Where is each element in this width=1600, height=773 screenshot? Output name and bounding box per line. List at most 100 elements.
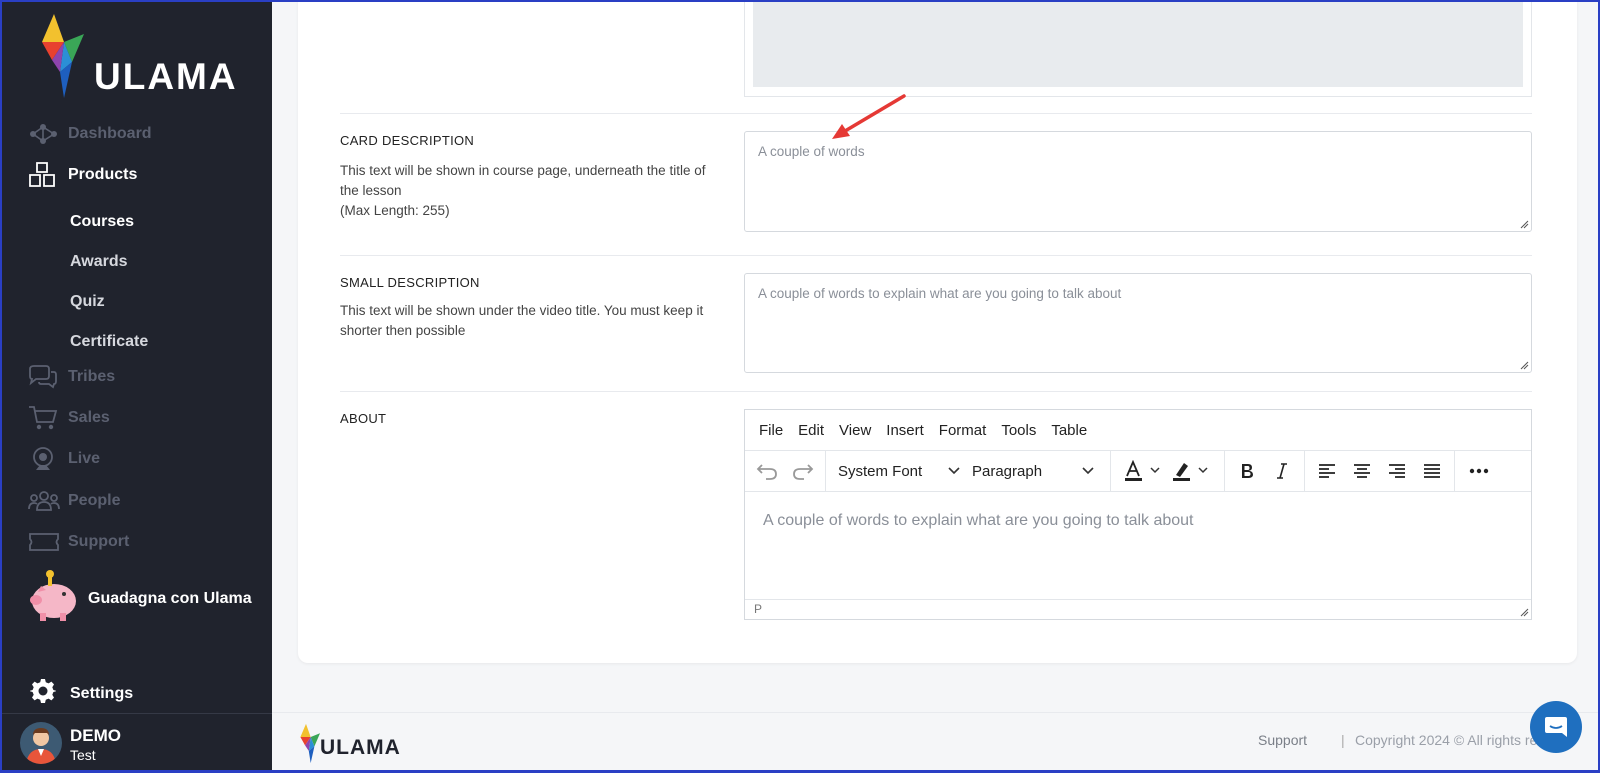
color-group — [1111, 450, 1225, 492]
about-rich-text-editor: File Edit View Insert Format Tools Table… — [744, 409, 1532, 620]
piggy-bank-icon[interactable] — [26, 568, 82, 624]
brand-name: ULAMA — [94, 56, 238, 97]
undo-icon[interactable] — [749, 456, 785, 486]
menu-insert[interactable]: Insert — [886, 422, 924, 439]
align-left-icon[interactable] — [1309, 456, 1344, 486]
more-options-icon[interactable] — [1461, 456, 1497, 486]
sidebar-subitem-courses[interactable]: Courses — [70, 213, 134, 231]
editor-toolbar: System Font Paragraph — [745, 450, 1531, 492]
course-form-card: CARD DESCRIPTION This text will be shown… — [298, 0, 1577, 663]
sidebar: ULAMA Dashboard Products Courses Awards … — [2, 2, 272, 770]
footer-separator: | — [1341, 732, 1345, 748]
footer-brand-name: ULAMA — [320, 736, 401, 759]
sidebar-item-dashboard[interactable]: Dashboard — [28, 120, 152, 148]
settings-label: Settings — [70, 684, 134, 702]
sidebar-item-people[interactable]: People — [28, 487, 120, 515]
footer-copyright: Copyright 2024 © All rights res — [1355, 732, 1545, 748]
divider — [340, 255, 1532, 256]
sidebar-item-products[interactable]: Products — [28, 161, 137, 189]
user-name: DEMO — [70, 726, 121, 745]
card-description-help-text: This text will be shown in course page, … — [340, 163, 706, 198]
sidebar-subitem-certificate[interactable]: Certificate — [70, 333, 148, 351]
divider — [340, 113, 1532, 114]
sidebar-item-label: Dashboard — [68, 125, 152, 142]
small-description-label: SMALL DESCRIPTION — [340, 275, 480, 290]
font-family-value: System Font — [838, 462, 923, 480]
format-group — [1225, 450, 1305, 492]
highlight-color-icon[interactable] — [1167, 456, 1215, 486]
chat-launcher-button[interactable] — [1530, 701, 1582, 753]
sidebar-item-label: Tribes — [68, 368, 116, 385]
resize-handle-icon[interactable] — [1519, 219, 1529, 229]
menu-format[interactable]: Format — [939, 422, 987, 439]
sidebar-item-sales[interactable]: Sales — [28, 404, 110, 432]
sidebar-item-label: Products — [68, 166, 138, 183]
card-description-help: This text will be shown in course page, … — [340, 161, 720, 221]
chat-icon — [1545, 717, 1567, 737]
block-format-value: Paragraph — [972, 462, 1043, 480]
menu-view[interactable]: View — [839, 422, 871, 439]
more-group — [1455, 451, 1503, 492]
menu-tools[interactable]: Tools — [1001, 422, 1036, 439]
chat-bubbles-icon — [28, 364, 60, 390]
footer-support-link[interactable]: Support — [1258, 732, 1307, 748]
chevron-down-icon — [1082, 467, 1094, 475]
brand-logo[interactable]: ULAMA — [34, 12, 244, 102]
about-placeholder: A couple of words to explain what are yo… — [763, 512, 1194, 529]
editor-statusbar: P — [745, 599, 1531, 619]
align-justify-icon[interactable] — [1415, 456, 1450, 486]
boxes-icon — [28, 162, 60, 188]
chevron-down-icon — [948, 467, 960, 475]
card-description-max-length: (Max Length: 255) — [340, 203, 450, 218]
sidebar-item-live[interactable]: Live — [28, 445, 100, 473]
editor-menubar: File Edit View Insert Format Tools Table — [745, 410, 1531, 451]
avatar[interactable] — [20, 722, 62, 764]
footer: ULAMA Support | Copyright 2024 © All rig… — [272, 712, 1598, 770]
earn-with-ulama-link[interactable]: Guadagna con Ulama — [88, 590, 252, 608]
bold-icon[interactable] — [1229, 456, 1265, 486]
sidebar-item-settings[interactable]: Settings — [30, 678, 133, 709]
element-path[interactable]: P — [754, 602, 762, 616]
small-description-placeholder: A couple of words to explain what are yo… — [758, 286, 1122, 301]
menu-table[interactable]: Table — [1051, 422, 1087, 439]
sidebar-subitem-quiz[interactable]: Quiz — [70, 293, 105, 311]
block-format-select[interactable]: Paragraph — [966, 456, 1100, 486]
menu-edit[interactable]: Edit — [798, 422, 824, 439]
font-family-select[interactable]: System Font — [832, 456, 966, 486]
user-role: Test — [70, 747, 96, 763]
resize-handle-icon[interactable] — [1519, 360, 1529, 370]
resize-handle-icon[interactable] — [1519, 607, 1529, 617]
italic-icon[interactable] — [1265, 456, 1301, 486]
people-icon — [28, 488, 60, 514]
webcam-icon — [28, 446, 60, 472]
sidebar-item-tribes[interactable]: Tribes — [28, 363, 115, 391]
sidebar-item-label: People — [68, 492, 121, 509]
gear-icon — [30, 678, 60, 709]
redo-icon[interactable] — [785, 456, 821, 486]
card-description-field[interactable]: A couple of words — [744, 131, 1532, 232]
font-group: System Font Paragraph — [826, 450, 1111, 492]
image-preview[interactable] — [753, 0, 1523, 87]
align-center-icon[interactable] — [1344, 456, 1379, 486]
network-icon — [28, 121, 60, 147]
align-right-icon[interactable] — [1380, 456, 1415, 486]
image-preview-frame — [744, 0, 1532, 97]
about-editor-content[interactable]: A couple of words to explain what are yo… — [745, 492, 1531, 600]
card-description-placeholder: A couple of words — [758, 144, 865, 159]
sidebar-item-support[interactable]: Support — [28, 528, 129, 556]
user-profile[interactable]: DEMO Test — [2, 713, 272, 770]
ticket-icon — [28, 529, 60, 555]
small-description-field[interactable]: A couple of words to explain what are yo… — [744, 273, 1532, 373]
menu-file[interactable]: File — [759, 422, 783, 439]
sidebar-item-label: Support — [68, 533, 130, 550]
align-group — [1305, 450, 1455, 492]
cart-icon — [28, 405, 60, 431]
text-color-icon[interactable] — [1119, 456, 1167, 486]
sidebar-item-label: Live — [68, 450, 101, 467]
annotation-arrow-icon — [832, 94, 906, 139]
sidebar-subitem-awards[interactable]: Awards — [70, 253, 128, 271]
sidebar-item-label: Sales — [68, 409, 110, 426]
divider — [340, 391, 1532, 392]
small-description-help: This text will be shown under the video … — [340, 303, 704, 338]
history-group — [745, 450, 826, 492]
